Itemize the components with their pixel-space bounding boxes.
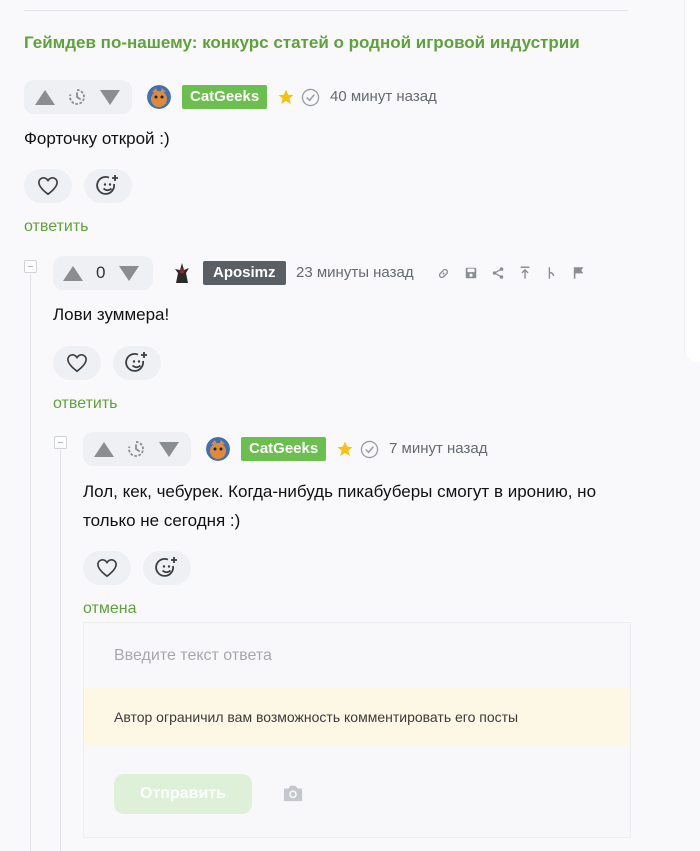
- heart-icon: [97, 558, 117, 578]
- reply-input[interactable]: Введите текст ответа: [114, 647, 272, 665]
- verified-icon: [360, 440, 379, 459]
- avatar[interactable]: [170, 261, 194, 285]
- rating-value: 0: [96, 263, 106, 282]
- branch-icon[interactable]: [545, 265, 559, 280]
- comment-text: Форточку открой :): [24, 129, 170, 148]
- author-nickname[interactable]: CatGeeks: [182, 85, 268, 109]
- smile-plus-icon: [155, 557, 177, 577]
- avatar[interactable]: [206, 437, 230, 461]
- comment-time: 40 минут назад: [330, 88, 437, 105]
- restriction-notice: Автор ограничил вам возможность комменти…: [84, 688, 630, 746]
- thread-line[interactable]: [60, 450, 61, 851]
- arrow-down-icon[interactable]: [119, 266, 139, 281]
- clock-icon[interactable]: [68, 88, 86, 106]
- cancel-link[interactable]: отмена: [83, 600, 137, 618]
- author-nickname[interactable]: CatGeeks: [241, 437, 327, 461]
- arrow-up-icon[interactable]: [94, 442, 114, 457]
- comment-time: 7 минут назад: [389, 440, 488, 457]
- star-icon: [337, 441, 353, 457]
- react-button[interactable]: [113, 346, 161, 380]
- smile-plus-icon: [125, 352, 147, 372]
- share-icon[interactable]: [491, 266, 505, 280]
- arrow-down-icon[interactable]: [159, 442, 179, 457]
- react-button[interactable]: [84, 169, 132, 203]
- link-icon[interactable]: [437, 267, 450, 280]
- to-top-icon[interactable]: [518, 265, 532, 280]
- like-button[interactable]: [24, 169, 72, 203]
- arrow-up-icon[interactable]: [35, 90, 55, 105]
- rating-control: 0: [53, 256, 153, 290]
- like-button[interactable]: [53, 346, 101, 380]
- comment-time: 23 минуты назад: [296, 264, 414, 281]
- right-sidebar-panel: [684, 0, 700, 362]
- reply-link[interactable]: ответить: [53, 395, 118, 413]
- comment-text-line: только не сегодня :): [83, 511, 241, 530]
- thread-line[interactable]: [30, 274, 31, 851]
- avatar[interactable]: [147, 85, 171, 109]
- arrow-down-icon[interactable]: [100, 90, 120, 105]
- comment-text-line: Лол, кек, чебурек. Когда-нибудь пикабубе…: [83, 482, 597, 501]
- divider: [24, 10, 628, 11]
- collapse-toggle[interactable]: [54, 436, 67, 449]
- heart-icon: [38, 176, 58, 196]
- camera-icon[interactable]: [282, 783, 304, 803]
- save-icon[interactable]: [464, 266, 478, 280]
- smile-plus-icon: [96, 175, 118, 195]
- reply-link[interactable]: ответить: [24, 218, 89, 236]
- verified-icon: [301, 88, 320, 107]
- collapse-toggle[interactable]: [24, 260, 37, 273]
- author-nickname[interactable]: Aposimz: [203, 261, 286, 285]
- like-button[interactable]: [83, 551, 131, 585]
- rating-control: [83, 432, 191, 466]
- reply-form: Введите текст ответа Автор ограничил вам…: [83, 622, 631, 838]
- rating-control: [24, 80, 132, 114]
- star-icon: [278, 89, 294, 105]
- heart-icon: [67, 353, 87, 373]
- comment-text: Лови зуммера!: [53, 305, 170, 324]
- flag-icon[interactable]: [572, 265, 586, 280]
- clock-icon[interactable]: [127, 440, 145, 458]
- react-button[interactable]: [143, 551, 191, 585]
- arrow-up-icon[interactable]: [63, 266, 83, 281]
- post-title[interactable]: Геймдев по-нашему: конкурс статей о родн…: [24, 33, 580, 53]
- send-button[interactable]: Отправить: [114, 774, 252, 814]
